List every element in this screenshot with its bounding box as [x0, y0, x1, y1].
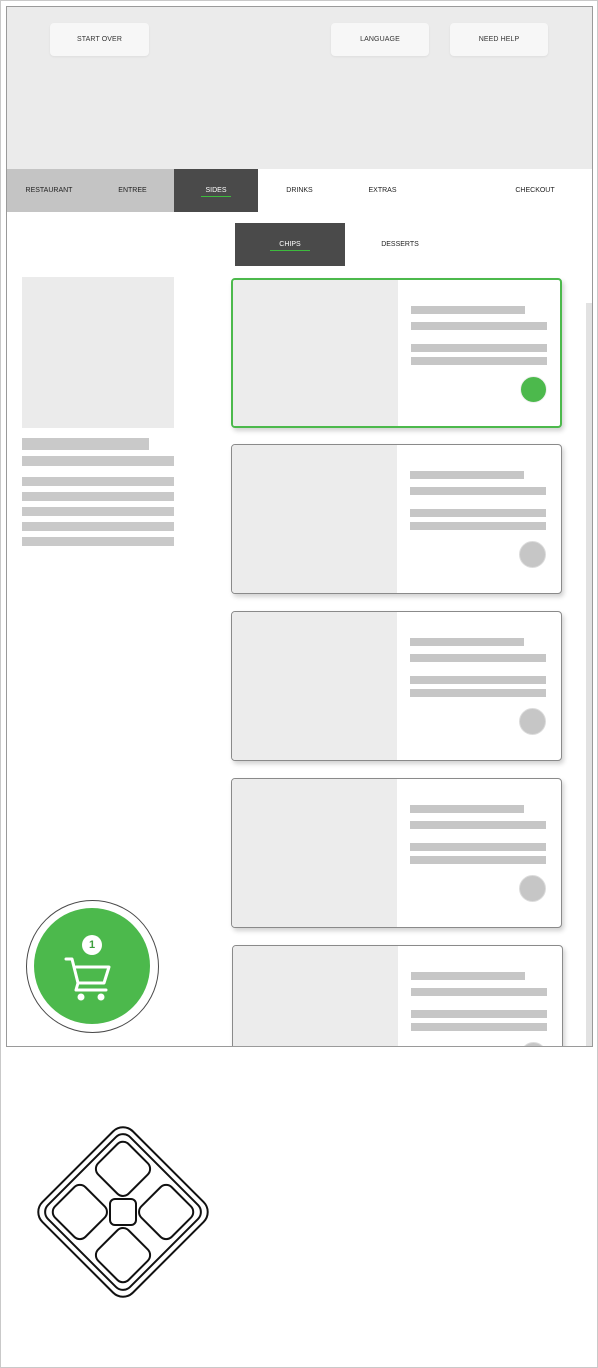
active-subtab-underline: [270, 249, 310, 251]
tab-label: CHECKOUT: [515, 187, 555, 194]
product-subtitle-placeholder: [410, 821, 546, 829]
product-text-placeholder: [410, 509, 546, 517]
tab-label: ENTREE: [118, 187, 147, 194]
product-select-radio[interactable]: [519, 708, 546, 735]
cart-button[interactable]: 1: [26, 900, 159, 1033]
product-image-placeholder: [232, 445, 397, 593]
product-text-placeholder: [410, 689, 546, 697]
directional-pad-icon[interactable]: [29, 1118, 217, 1306]
product-card[interactable]: [231, 778, 562, 928]
subtab-desserts[interactable]: DESSERTS: [345, 223, 455, 266]
detail-text-line-placeholder: [22, 507, 174, 516]
cart-button-fill: 1: [34, 908, 150, 1024]
tab-label: RESTAURANT: [25, 187, 73, 194]
product-card[interactable]: [232, 945, 563, 1046]
tab-drinks[interactable]: DRINKS: [258, 169, 341, 212]
product-image-placeholder: [233, 946, 398, 1046]
product-text-placeholder: [410, 522, 546, 530]
category-nav: RESTAURANT ENTREE SIDES DRINKS EXTRAS CH…: [7, 169, 592, 212]
product-select-radio[interactable]: [520, 1042, 547, 1046]
product-text-placeholder: [410, 843, 546, 851]
detail-text-line-placeholder: [22, 522, 174, 531]
need-help-button[interactable]: NEED HELP: [450, 23, 548, 56]
product-text-placeholder: [410, 676, 546, 684]
subtab-chips[interactable]: CHIPS: [235, 223, 345, 266]
kiosk-device: START OVER LANGUAGE NEED HELP RESTAURANT…: [0, 0, 598, 1368]
product-select-radio[interactable]: [519, 875, 546, 902]
product-title-placeholder: [411, 306, 525, 314]
product-text-placeholder: [411, 1023, 547, 1031]
product-card[interactable]: [231, 444, 562, 594]
product-select-radio[interactable]: [520, 376, 547, 403]
product-image-placeholder: [232, 779, 397, 927]
product-card[interactable]: [231, 278, 562, 428]
product-subtitle-placeholder: [411, 322, 547, 330]
subtab-label: DESSERTS: [381, 241, 419, 248]
subtab-label: CHIPS: [279, 241, 301, 248]
detail-text-line-placeholder: [22, 492, 174, 501]
product-subtitle-placeholder: [411, 988, 547, 996]
tab-extras[interactable]: EXTRAS: [341, 169, 424, 212]
tab-restaurant[interactable]: RESTAURANT: [7, 169, 91, 212]
product-text-placeholder: [411, 344, 547, 352]
tab-label: DRINKS: [286, 187, 313, 194]
tab-label: SIDES: [205, 187, 227, 194]
product-text-placeholder: [411, 1010, 547, 1018]
product-subtitle-placeholder: [410, 487, 546, 495]
product-title-placeholder: [410, 638, 524, 646]
detail-subtitle-placeholder: [22, 456, 174, 466]
product-title-placeholder: [410, 805, 524, 813]
product-list-scrollbar[interactable]: [586, 303, 592, 1046]
kiosk-screen: START OVER LANGUAGE NEED HELP RESTAURANT…: [6, 6, 593, 1047]
product-select-radio[interactable]: [519, 541, 546, 568]
language-button[interactable]: LANGUAGE: [331, 23, 429, 56]
product-card[interactable]: [231, 611, 562, 761]
detail-title-placeholder: [22, 438, 149, 450]
tab-sides[interactable]: SIDES: [174, 169, 258, 212]
tab-label: EXTRAS: [368, 187, 397, 194]
product-title-placeholder: [411, 972, 525, 980]
product-text-placeholder: [411, 357, 547, 365]
start-over-button[interactable]: START OVER: [50, 23, 149, 56]
product-image-placeholder: [233, 280, 398, 426]
tab-entree[interactable]: ENTREE: [91, 169, 174, 212]
cart-count-badge: 1: [82, 935, 102, 955]
detail-text-line-placeholder: [22, 537, 174, 546]
product-title-placeholder: [410, 471, 524, 479]
tab-checkout[interactable]: CHECKOUT: [497, 169, 573, 212]
header-bar: START OVER LANGUAGE NEED HELP: [7, 7, 592, 169]
product-detail-image-placeholder: [22, 277, 174, 428]
product-image-placeholder: [232, 612, 397, 760]
shopping-cart-icon: [64, 957, 111, 1001]
active-tab-underline: [201, 195, 231, 197]
detail-text-line-placeholder: [22, 477, 174, 486]
product-text-placeholder: [410, 856, 546, 864]
product-subtitle-placeholder: [410, 654, 546, 662]
